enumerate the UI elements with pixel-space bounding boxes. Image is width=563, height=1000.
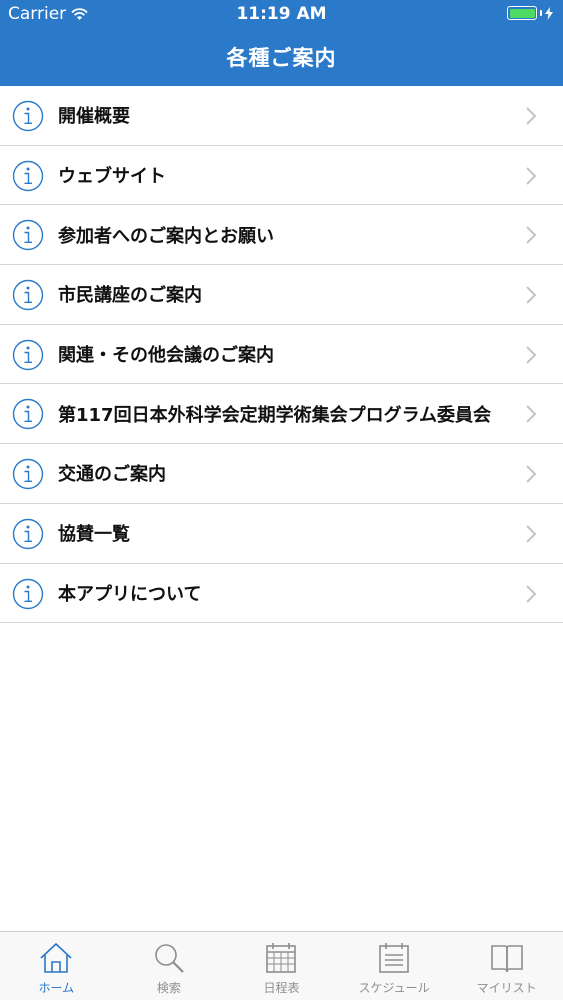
- tab-label: 検索: [156, 981, 181, 995]
- chevron-right-icon: [526, 405, 537, 424]
- info-icon: [12, 279, 44, 311]
- info-icon: [12, 578, 44, 609]
- chevron-right-icon: [526, 166, 537, 185]
- schedule-icon: [379, 943, 409, 973]
- tab-timetable[interactable]: 日程表: [225, 932, 338, 1000]
- menu-item-label: 開催概要: [58, 106, 130, 128]
- book-icon: [490, 945, 523, 973]
- menu-item-label: 参加者へのご案内とお願い: [58, 225, 274, 247]
- battery: [507, 6, 553, 20]
- tab-label: ホーム: [38, 981, 75, 995]
- chevron-right-icon: [526, 226, 537, 245]
- info-menu-list: 開催概要 ウェブサイト 参加者へのご案内とお願い 市民講座のご案内 関連・その他…: [0, 86, 563, 624]
- menu-item-sponsors[interactable]: 協賛一覧: [0, 504, 563, 564]
- menu-item-about-app[interactable]: 本アプリについて: [0, 564, 563, 624]
- tab-bar: ホーム 検索 日程表 スケジュール マイリスト: [0, 931, 563, 1000]
- menu-item-program-committee[interactable]: 第117回日本外科学会定期学術集会プログラム委員会: [0, 384, 563, 445]
- clock: 11:19 AM: [236, 4, 327, 24]
- battery-icon: [507, 6, 537, 20]
- menu-item-label: 関連・その他会議のご案内: [58, 345, 274, 367]
- menu-item-website[interactable]: ウェブサイト: [0, 146, 563, 206]
- info-icon: [12, 160, 44, 191]
- navigation-bar: Carrier 11:19 AM 各種ご案内: [0, 0, 563, 86]
- charging-bolt-icon: [545, 6, 553, 20]
- chevron-right-icon: [526, 525, 537, 543]
- menu-item-access[interactable]: 交通のご案内: [0, 444, 563, 504]
- chevron-right-icon: [526, 346, 537, 364]
- calendar-icon: [266, 943, 297, 973]
- menu-item-label: ウェブサイト: [58, 166, 166, 188]
- chevron-right-icon: [526, 584, 537, 603]
- menu-item-label: 本アプリについて: [58, 583, 202, 605]
- info-icon: [12, 220, 44, 251]
- info-icon: [12, 518, 44, 550]
- menu-item-overview[interactable]: 開催概要: [0, 86, 563, 146]
- menu-item-label: 協賛一覧: [58, 524, 130, 546]
- tab-label: 日程表: [263, 981, 300, 995]
- tab-search[interactable]: 検索: [113, 932, 226, 1000]
- menu-item-related-meetings[interactable]: 関連・その他会議のご案内: [0, 325, 563, 385]
- home-icon: [40, 942, 72, 973]
- menu-item-label: 市民講座のご案内: [58, 285, 202, 307]
- tab-mylist[interactable]: マイリスト: [450, 932, 563, 1000]
- tab-home[interactable]: ホーム: [0, 932, 113, 1000]
- info-icon: [12, 100, 44, 132]
- status-bar: Carrier 11:19 AM: [0, 0, 563, 30]
- menu-item-participant-guide[interactable]: 参加者へのご案内とお願い: [0, 205, 563, 266]
- info-icon: [12, 458, 44, 490]
- chevron-right-icon: [526, 286, 537, 304]
- search-icon: [155, 944, 184, 973]
- menu-item-public-lecture[interactable]: 市民講座のご案内: [0, 265, 563, 325]
- chevron-right-icon: [526, 465, 537, 483]
- info-icon: [12, 399, 44, 430]
- chevron-right-icon: [526, 107, 537, 125]
- tab-label: スケジュール: [358, 981, 430, 995]
- info-icon: [12, 339, 44, 370]
- tab-label: マイリスト: [476, 981, 537, 995]
- menu-item-label: 第117回日本外科学会定期学術集会プログラム委員会: [58, 404, 492, 426]
- page-title: 各種ご案内: [226, 46, 337, 70]
- tab-schedule[interactable]: スケジュール: [338, 932, 451, 1000]
- menu-item-label: 交通のご案内: [58, 464, 166, 486]
